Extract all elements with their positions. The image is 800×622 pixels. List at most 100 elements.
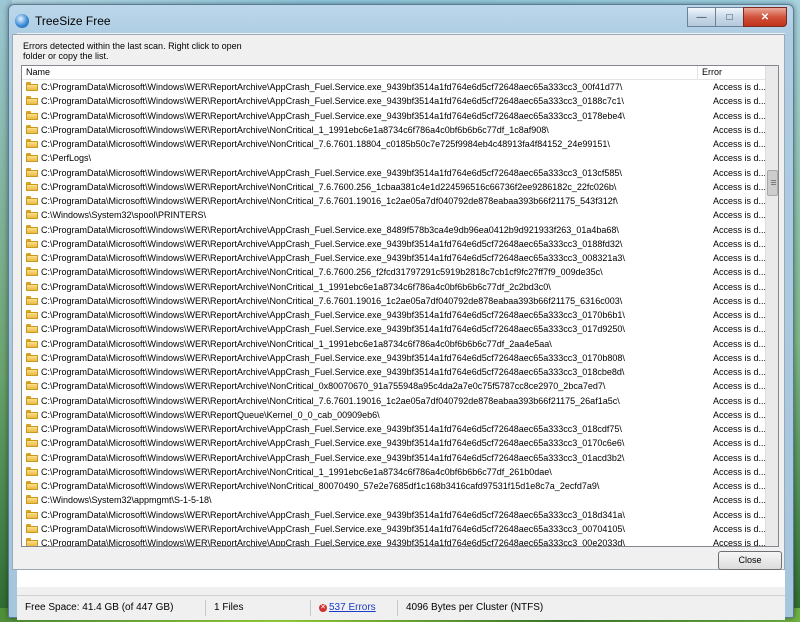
row-error: Access is d... bbox=[713, 495, 767, 506]
list-item[interactable]: C:\ProgramData\Microsoft\Windows\WER\Rep… bbox=[22, 308, 766, 322]
row-path: C:\ProgramData\Microsoft\Windows\WER\Rep… bbox=[41, 395, 620, 406]
list-item[interactable]: C:\ProgramData\Microsoft\Windows\WER\Rep… bbox=[22, 80, 766, 94]
folder-icon bbox=[26, 181, 38, 191]
app-icon bbox=[15, 14, 29, 28]
list-item[interactable]: C:\ProgramData\Microsoft\Windows\WER\Rep… bbox=[22, 479, 766, 493]
grip-line bbox=[771, 180, 776, 181]
close-window-button[interactable]: ✕ bbox=[743, 7, 787, 27]
errors-link[interactable]: 537 Errors bbox=[329, 602, 376, 613]
row-error: Access is d... bbox=[713, 452, 767, 463]
list-item[interactable]: C:\ProgramData\Microsoft\Windows\WER\Rep… bbox=[22, 94, 766, 108]
row-error: Access is d... bbox=[713, 110, 767, 121]
row-path: C:\ProgramData\Microsoft\Windows\WER\Rep… bbox=[41, 139, 610, 149]
row-error: Access is d... bbox=[713, 224, 767, 235]
list-item[interactable]: C:\Windows\System32\appmgmt\S-1-5-18\ Acc… bbox=[22, 493, 766, 507]
close-button[interactable]: Close bbox=[718, 551, 782, 570]
row-path: C:\ProgramData\Microsoft\Windows\WER\Rep… bbox=[41, 452, 625, 463]
scrollbar-thumb[interactable] bbox=[767, 170, 778, 196]
folder-icon bbox=[26, 196, 38, 205]
list-item[interactable]: C:\ProgramData\Microsoft\Windows\WER\Rep… bbox=[22, 436, 766, 450]
list-item[interactable]: C:\ProgramData\Microsoft\Windows\WER\Rep… bbox=[22, 109, 766, 123]
list-item[interactable]: C:\ProgramData\Microsoft\Windows\WER\Rep… bbox=[22, 322, 766, 336]
row-error: Access is d... bbox=[713, 367, 767, 377]
column-header-name[interactable]: Name bbox=[22, 66, 698, 79]
list-item[interactable]: C:\ProgramData\Microsoft\Windows\WER\Rep… bbox=[22, 508, 766, 522]
row-error: Access is d... bbox=[713, 310, 767, 320]
row-path: C:\Windows\System32\spool\PRINTERS\ bbox=[41, 210, 207, 221]
row-path: C:\ProgramData\Microsoft\Windows\WER\Rep… bbox=[41, 96, 624, 107]
folder-icon bbox=[26, 224, 38, 234]
list-item[interactable]: C:\ProgramData\Microsoft\Windows\WER\Rep… bbox=[22, 351, 766, 365]
free-space-status: Free Space: 41.4 GB (of 447 GB) bbox=[17, 600, 206, 616]
list-item[interactable]: C:\ProgramData\Microsoft\Windows\WER\Rep… bbox=[22, 137, 766, 151]
list-item[interactable]: C:\ProgramData\Microsoft\Windows\WER\Rep… bbox=[22, 251, 766, 265]
row-error: Access is d... bbox=[713, 153, 767, 164]
list-item[interactable]: C:\ProgramData\Microsoft\Windows\WER\Rep… bbox=[22, 294, 766, 308]
title-bar[interactable]: TreeSize Free — □ ✕ bbox=[9, 5, 793, 33]
row-error: Access is d... bbox=[713, 253, 767, 263]
maximize-button[interactable]: □ bbox=[715, 7, 744, 27]
row-error: Access is d... bbox=[713, 481, 767, 491]
list-item[interactable]: C:\ProgramData\Microsoft\Windows\WER\Rep… bbox=[22, 394, 766, 408]
folder-icon bbox=[26, 124, 38, 134]
folder-icon bbox=[26, 338, 38, 348]
row-path: C:\ProgramData\Microsoft\Windows\WER\Rep… bbox=[41, 438, 625, 449]
row-error: Access is d... bbox=[713, 167, 767, 178]
list-item[interactable]: C:\Windows\System32\spool\PRINTERS\ Acces… bbox=[22, 208, 766, 222]
list-item[interactable]: C:\ProgramData\Microsoft\Windows\WER\Rep… bbox=[22, 379, 766, 393]
list-item[interactable]: C:\PerfLogs\ Access is d... bbox=[22, 151, 766, 165]
row-path: C:\ProgramData\Microsoft\Windows\WER\Rep… bbox=[41, 310, 625, 320]
folder-icon bbox=[26, 82, 38, 91]
status-bar: Free Space: 41.4 GB (of 447 GB) 1 Files … bbox=[17, 595, 785, 620]
list-item[interactable]: C:\ProgramData\Microsoft\Windows\WER\Rep… bbox=[22, 123, 766, 137]
row-path: C:\ProgramData\Microsoft\Windows\WER\Rep… bbox=[41, 509, 625, 520]
folder-icon bbox=[26, 466, 38, 476]
list-item[interactable]: C:\ProgramData\Microsoft\Windows\WER\Rep… bbox=[22, 223, 766, 237]
folder-icon bbox=[26, 495, 38, 505]
list-item[interactable]: C:\ProgramData\Microsoft\Windows\WER\Rep… bbox=[22, 280, 766, 294]
list-item[interactable]: C:\ProgramData\Microsoft\Windows\WER\Rep… bbox=[22, 180, 766, 194]
list-item[interactable]: C:\ProgramData\Microsoft\Windows\WER\Rep… bbox=[22, 166, 766, 180]
list-item[interactable]: C:\ProgramData\Microsoft\Windows\WER\Rep… bbox=[22, 237, 766, 251]
column-header-error[interactable]: Error bbox=[698, 66, 766, 79]
minimize-button[interactable]: — bbox=[687, 7, 716, 27]
row-error: Access is d... bbox=[713, 82, 767, 92]
row-path: C:\ProgramData\Microsoft\Windows\WER\Rep… bbox=[41, 224, 619, 235]
row-error: Access is d... bbox=[713, 523, 767, 534]
row-error: Access is d... bbox=[713, 238, 767, 249]
row-error: Access is d... bbox=[713, 124, 767, 135]
list-item[interactable]: C:\ProgramData\Microsoft\Windows\WER\Rep… bbox=[22, 465, 766, 479]
list-item[interactable]: C:\ProgramData\Microsoft\Windows\WER\Rep… bbox=[22, 422, 766, 436]
list-item[interactable]: C:\ProgramData\Microsoft\Windows\WER\Rep… bbox=[22, 265, 766, 279]
grip-line bbox=[771, 182, 776, 183]
row-path: C:\ProgramData\Microsoft\Windows\WER\Rep… bbox=[41, 281, 551, 292]
row-path: C:\ProgramData\Microsoft\Windows\WER\Rep… bbox=[41, 523, 625, 534]
list-item[interactable]: C:\ProgramData\Microsoft\Windows\WER\Rep… bbox=[22, 408, 766, 422]
list-item[interactable]: C:\ProgramData\Microsoft\Windows\WER\Rep… bbox=[22, 522, 766, 536]
row-path: C:\ProgramData\Microsoft\Windows\WER\Rep… bbox=[41, 409, 380, 420]
row-path: C:\ProgramData\Microsoft\Windows\WER\Rep… bbox=[41, 466, 552, 477]
row-error: Access is d... bbox=[713, 139, 767, 149]
vertical-scrollbar[interactable] bbox=[765, 66, 778, 546]
folder-icon bbox=[26, 281, 38, 291]
folder-icon bbox=[26, 424, 38, 433]
list-item[interactable]: C:\ProgramData\Microsoft\Windows\WER\Rep… bbox=[22, 194, 766, 208]
row-error: Access is d... bbox=[713, 210, 767, 221]
row-path: C:\ProgramData\Microsoft\Windows\WER\Rep… bbox=[41, 196, 618, 206]
row-error: Access is d... bbox=[713, 538, 767, 547]
list-item[interactable]: C:\ProgramData\Microsoft\Windows\WER\Rep… bbox=[22, 451, 766, 465]
row-path: C:\PerfLogs\ bbox=[41, 153, 92, 164]
errors-status[interactable]: ✕ 537 Errors bbox=[311, 600, 398, 616]
row-path: C:\ProgramData\Microsoft\Windows\WER\Rep… bbox=[41, 481, 600, 491]
folder-icon bbox=[26, 310, 38, 319]
list-item[interactable]: C:\ProgramData\Microsoft\Windows\WER\Rep… bbox=[22, 536, 767, 547]
row-path: C:\ProgramData\Microsoft\Windows\WER\Rep… bbox=[41, 181, 617, 192]
error-icon: ✕ bbox=[319, 604, 327, 612]
row-path: C:\ProgramData\Microsoft\Windows\WER\Rep… bbox=[41, 110, 625, 121]
row-path: C:\ProgramData\Microsoft\Windows\WER\Rep… bbox=[41, 238, 623, 249]
errors-list[interactable]: Name Error C:\ProgramData\Microsoft\Wind… bbox=[21, 65, 779, 547]
list-item[interactable]: C:\ProgramData\Microsoft\Windows\WER\Rep… bbox=[22, 365, 766, 379]
row-path: C:\ProgramData\Microsoft\Windows\WER\Rep… bbox=[41, 167, 622, 178]
folder-icon bbox=[26, 395, 38, 405]
list-item[interactable]: C:\ProgramData\Microsoft\Windows\WER\Rep… bbox=[22, 337, 766, 351]
